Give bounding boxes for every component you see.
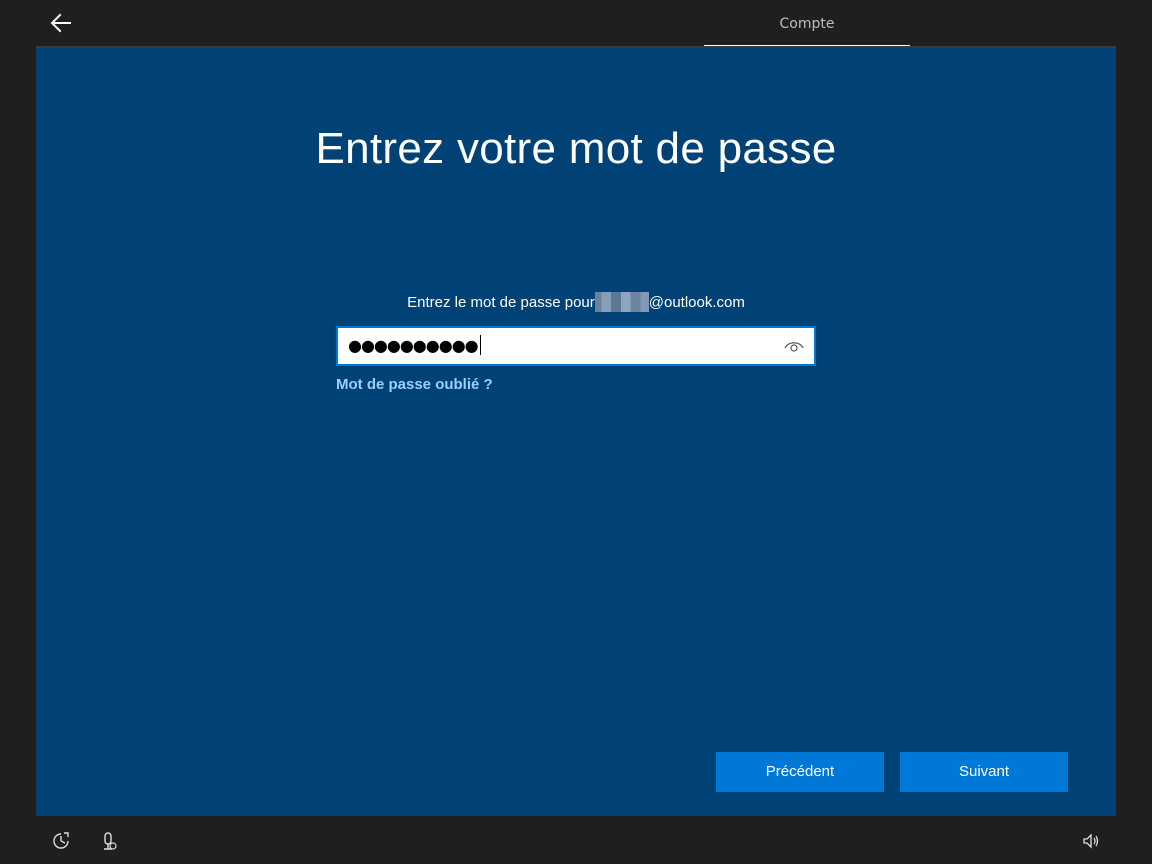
password-prompt: Entrez le mot de passe pour @outlook.com <box>36 292 1116 312</box>
tab-account[interactable]: Compte <box>704 0 910 46</box>
eye-icon[interactable] <box>784 337 804 355</box>
main-panel: Entrez votre mot de passe Entrez le mot … <box>36 48 1116 816</box>
volume-icon[interactable] <box>1080 830 1102 852</box>
bottom-bar <box>0 816 1152 864</box>
previous-button[interactable]: Précédent <box>716 752 884 792</box>
next-button[interactable]: Suivant <box>900 752 1068 792</box>
oobe-window: Compte Entrez votre mot de passe Entrez … <box>0 0 1152 864</box>
redacted-username <box>594 292 649 312</box>
microphone-icon[interactable] <box>98 830 120 852</box>
text-caret <box>479 335 481 355</box>
password-value: ●●●●●●●●●● <box>348 335 481 355</box>
back-arrow-icon[interactable] <box>48 10 74 36</box>
ease-of-access-icon[interactable] <box>50 830 72 852</box>
prompt-email-domain: @outlook.com <box>648 294 745 311</box>
prompt-prefix: Entrez le mot de passe pour <box>407 294 595 311</box>
top-bar: Compte <box>0 0 1152 48</box>
forgot-password-link[interactable]: Mot de passe oublié ? <box>336 376 493 393</box>
page-title: Entrez votre mot de passe <box>315 124 837 173</box>
password-input[interactable]: ●●●●●●●●●● <box>336 326 816 366</box>
